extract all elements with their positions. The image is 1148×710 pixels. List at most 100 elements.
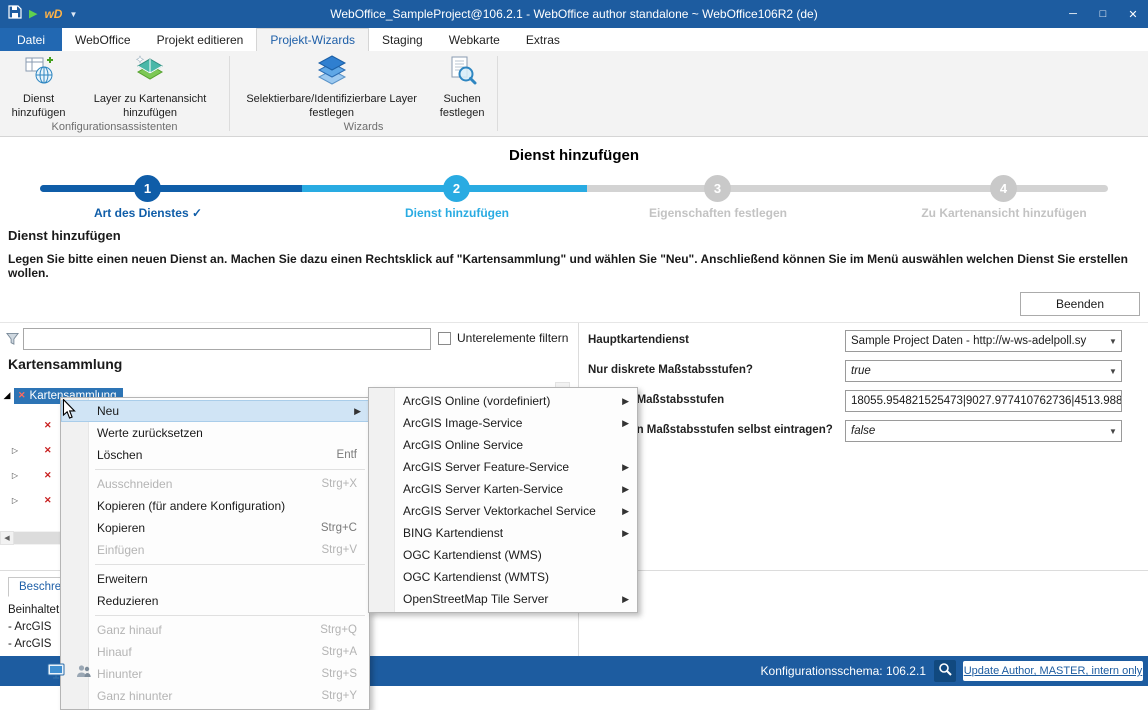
add-service-button[interactable]: Dienst hinzufügen [6,55,71,121]
menu-item-label: Löschen [97,448,142,462]
run-icon[interactable]: ▶ [29,9,37,20]
expander-closed-icon[interactable]: ▷ [8,471,22,480]
selectable-layers-button[interactable]: Selektierbare/Identifizierbare Layer fes… [236,55,427,121]
menu-separator [61,612,369,619]
window-title: WebOffice_SampleProject@106.2.1 - WebOff… [0,7,1148,21]
quick-access-toolbar: ▶ wD ▼ [0,5,77,24]
submenu-arrow-icon: ▶ [622,462,629,473]
users-icon[interactable] [75,662,93,685]
red-x-icon: ✕ [44,470,52,481]
progress-segment-done [40,185,302,192]
titlebar: ▶ wD ▼ WebOffice_SampleProject@106.2.1 -… [0,0,1148,28]
instruction-text: Legen Sie bitte einen neuen Dienst an. M… [8,252,1138,280]
ribbon-group-konfigurationsassistenten: Dienst hinzufügen Layer zu Kartenansicht… [0,51,229,136]
prop-dropdown-selbst-eintragen[interactable]: false ▼ [845,420,1122,442]
submenu-item-bing-kartendienst[interactable]: BING Kartendienst ▶ [369,522,637,544]
menu-item-shortcut: Strg+A [322,646,357,658]
tree-child-row[interactable]: ▷ ✕ [0,491,52,510]
prop-dropdown-hauptkartendienst[interactable]: Sample Project Daten - http://w-ws-adelp… [845,330,1122,352]
submenu-item-arcgis-server-vektorkachel-service[interactable]: ArcGIS Server Vektorkachel Service ▶ [369,500,637,522]
step-circle-1[interactable]: 1 [134,175,161,202]
minimize-button[interactable]: ─ [1058,0,1088,28]
scroll-left-icon[interactable]: ◀ [0,531,14,545]
submenu-arrow-icon: ▶ [622,506,629,517]
add-layer-to-map-button[interactable]: Layer zu Kartenansicht hinzufügen [75,55,225,121]
menu-item-shortcut: Strg+X [322,478,357,490]
submenu-item-ogc-kartendienst-wmts[interactable]: OGC Kartendienst (WMTS) [369,566,637,588]
maximize-button[interactable]: □ [1088,0,1118,28]
prop-label-hauptkartendienst: Hauptkartendienst [588,334,689,346]
tab-projekt-wizards[interactable]: Projekt-Wizards [256,28,369,51]
submenu-item-arcgis-server-feature-service[interactable]: ArcGIS Server Feature-Service ▶ [369,456,637,478]
menu-item-neu[interactable]: Neu ▶ [61,400,369,422]
update-author-button[interactable]: Update Author, MASTER, intern only [963,661,1143,681]
tree-child-row[interactable]: ✕ [0,416,52,435]
prop-label-nur-diskrete-massstabsstufen: Nur diskrete Maßstabsstufen? [588,364,753,376]
menu-item-ausschneiden: Ausschneiden Strg+X [61,473,369,495]
menu-separator [61,466,369,473]
submenu-item-arcgis-server-karten-service[interactable]: ArcGIS Server Karten-Service ▶ [369,478,637,500]
ribbon-button-label: Suchen festlegen [431,93,493,121]
app-logo: wD [44,7,62,21]
submenu-item-openstreetmap-tile-server[interactable]: OpenStreetMap Tile Server ▶ [369,588,637,610]
step-circle-2[interactable]: 2 [443,175,470,202]
expander-open-icon[interactable]: ◢ [0,390,14,401]
dropdown-arrow-icon[interactable]: ▼ [1105,337,1121,346]
menu-item-label: ArcGIS Server Vektorkachel Service [403,504,596,518]
menu-item-werte-zuruecksetzen[interactable]: Werte zurücksetzen [61,422,369,444]
subelements-filter-checkbox[interactable] [438,332,451,345]
menu-item-reduzieren[interactable]: Reduzieren [61,590,369,612]
statusbar-search-button[interactable] [934,660,956,682]
close-button[interactable]: ✕ [1118,0,1148,28]
menu-item-label: BING Kartendienst [403,526,503,540]
submenu-arrow-icon: ▶ [622,484,629,495]
description-line: - ArcGIS [8,621,51,633]
submenu-item-arcgis-image-service[interactable]: ArcGIS Image-Service ▶ [369,412,637,434]
submenu-item-ogc-kartendienst-wms[interactable]: OGC Kartendienst (WMS) [369,544,637,566]
ribbon: Dienst hinzufügen Layer zu Kartenansicht… [0,51,1148,137]
filter-input[interactable] [23,328,431,350]
menu-item-kopieren[interactable]: Kopieren Strg+C [61,517,369,539]
submenu-item-arcgis-online-service[interactable]: ArcGIS Online Service [369,434,637,456]
menu-item-hinunter: Hinunter Strg+S [61,663,369,685]
search-settings-button[interactable]: Suchen festlegen [431,55,493,121]
ribbon-button-label: Layer zu Kartenansicht hinzufügen [75,93,225,121]
prop-dropdown-nur-diskrete-massstabsstufen[interactable]: true ▼ [845,360,1122,382]
ribbon-group-wizards: Selektierbare/Identifizierbare Layer fes… [230,51,497,136]
section-title: Dienst hinzufügen [8,228,121,243]
dropdown-arrow-icon[interactable]: ▼ [1105,427,1121,436]
red-x-icon: ✕ [44,445,52,456]
red-x-icon: ✕ [18,390,26,401]
step-circle-3: 3 [704,175,731,202]
menu-item-loeschen[interactable]: Löschen Entf [61,444,369,466]
menu-item-label: ArcGIS Online Service [403,438,523,452]
expander-closed-icon[interactable]: ▷ [8,446,22,455]
submenu-item-arcgis-online-vordefiniert[interactable]: ArcGIS Online (vordefiniert) ▶ [369,390,637,412]
save-icon[interactable] [8,5,22,24]
menu-item-kopieren-andere-konfiguration[interactable]: Kopieren (für andere Konfiguration) [61,495,369,517]
ribbon-group-label: Konfigurationsassistenten [0,121,229,136]
dropdown-arrow-icon[interactable]: ▼ [1105,367,1121,376]
expander-closed-icon[interactable]: ▷ [8,496,22,505]
tab-webkarte[interactable]: Webkarte [436,28,513,51]
tree-child-row[interactable]: ▷ ✕ [0,441,52,460]
tab-datei[interactable]: Datei [0,28,62,51]
tab-staging[interactable]: Staging [369,28,436,51]
prop-value: false [846,425,1105,437]
qat-dropdown-icon[interactable]: ▼ [69,10,77,19]
context-menu: Neu ▶ Werte zurücksetzen Löschen Entf Au… [60,397,370,710]
menu-item-einfuegen: Einfügen Strg+V [61,539,369,561]
menu-item-label: Neu [97,404,119,418]
tab-weboffice[interactable]: WebOffice [62,28,144,51]
tab-projekt-editieren[interactable]: Projekt editieren [144,28,257,51]
tab-extras[interactable]: Extras [513,28,573,51]
finish-button[interactable]: Beenden [1020,292,1140,316]
feedback-icon[interactable] [47,662,65,685]
mouse-cursor [62,399,76,420]
statusbar-left-icons [47,662,93,685]
tree-child-row[interactable]: ▷ ✕ [0,466,52,485]
menu-item-label: ArcGIS Online (vordefiniert) [403,394,550,408]
menu-item-erweitern[interactable]: Erweitern [61,568,369,590]
menu-item-shortcut: Strg+Y [322,690,357,702]
prop-input-diskrete-massstabsstufen[interactable]: 18055.954821525473|9027.977410762736|451… [845,390,1122,412]
